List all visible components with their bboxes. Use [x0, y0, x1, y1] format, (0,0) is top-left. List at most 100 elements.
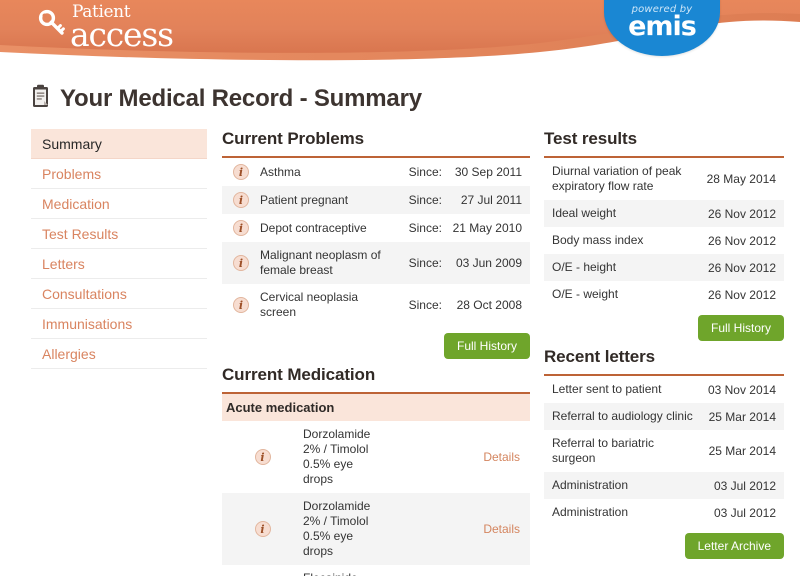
letter-link[interactable]: Referral to audiology clinic [544, 403, 698, 430]
table-row: Ideal weight 26 Nov 2012 [544, 200, 784, 227]
medication-name: Dorzolamide 2% / Timolol 0.5% eye drops [303, 499, 371, 558]
sidebar-item-label: Problems [42, 165, 102, 182]
medication-date [376, 565, 453, 576]
info-icon[interactable]: i [233, 192, 249, 208]
table-row: i Malignant neoplasm of female breast Si… [222, 242, 530, 284]
row-info-icon-cell: i [222, 158, 256, 186]
current-medication-table: Acute medication i Dorzolamide 2% / Timo… [222, 394, 530, 576]
test-result-link[interactable]: Body mass index [544, 227, 698, 254]
since-label: Since: [408, 256, 442, 270]
recent-letters-table: Letter sent to patient 03 Nov 2014 Refer… [544, 376, 784, 526]
sidebar-item-label: Medication [42, 195, 110, 212]
row-info-icon-cell: i [222, 242, 256, 284]
acute-medication-header: Acute medication [226, 400, 335, 415]
info-icon[interactable]: i [233, 297, 249, 313]
table-row: i Depot contraceptive Since: 21 May 2010 [222, 214, 530, 242]
sidebar-item-allergies[interactable]: Allergies [31, 339, 207, 369]
current-problems-actions: Full History [222, 333, 530, 359]
middle-column: Current Problems i Asthma Since: 30 Sep … [222, 129, 530, 576]
info-icon[interactable]: i [233, 164, 249, 180]
table-row: Administration 03 Jul 2012 [544, 472, 784, 499]
problem-name: Depot contraceptive [260, 220, 367, 235]
logo-text-access: access [70, 15, 174, 54]
medication-details-link[interactable]: Details [483, 450, 520, 464]
test-results-table: Diurnal variation of peak expiratory flo… [544, 158, 784, 308]
current-problems-table: i Asthma Since: 30 Sep 2011 i Patient pr… [222, 158, 530, 326]
sidebar-item-immunisations[interactable]: Immunisations [31, 309, 207, 339]
problem-date: 21 May 2010 [452, 221, 522, 235]
test-result-link[interactable]: Diurnal variation of peak expiratory flo… [544, 158, 698, 200]
sidebar-item-problems[interactable]: Problems [31, 159, 207, 189]
sidebar-item-letters[interactable]: Letters [31, 249, 207, 279]
problem-date: 27 Jul 2011 [460, 193, 522, 207]
letter-link[interactable]: Administration [544, 472, 698, 499]
since-label: Since: [408, 221, 442, 235]
problems-full-history-button[interactable]: Full History [443, 333, 530, 359]
table-row: Referral to bariatric surgeon 25 Mar 201… [544, 430, 784, 472]
letter-date: 03 Jul 2012 [713, 478, 776, 493]
medication-name: Dorzolamide 2% / Timolol 0.5% eye drops [303, 427, 371, 486]
info-icon[interactable]: i [233, 255, 249, 271]
row-info-icon-cell: i [222, 421, 299, 493]
problem-name: Malignant neoplasm of female breast [260, 248, 381, 277]
letter-link[interactable]: Referral to bariatric surgeon [544, 430, 698, 472]
row-info-icon-cell: i [222, 493, 299, 565]
test-result-date: 26 Nov 2012 [707, 260, 776, 275]
info-icon[interactable]: i [254, 449, 271, 465]
test-result-link[interactable]: O/E - weight [544, 281, 698, 308]
acute-medication-header-row: Acute medication [222, 394, 530, 421]
test-results-full-history-button[interactable]: Full History [697, 315, 784, 341]
problem-name: Cervical neoplasia screen [260, 290, 359, 319]
problem-date: 03 Jun 2009 [455, 256, 522, 270]
recent-letters-panel: Recent letters Letter sent to patient 03… [544, 347, 784, 559]
letter-link[interactable]: Administration [544, 499, 698, 526]
sidebar-nav: Summary Problems Medication Test Results… [31, 129, 207, 576]
sidebar-item-medication[interactable]: Medication [31, 189, 207, 219]
recent-letters-title: Recent letters [544, 347, 656, 366]
test-result-link[interactable]: O/E - height [544, 254, 698, 281]
table-row: i Patient pregnant Since: 27 Jul 2011 [222, 186, 530, 214]
table-row: Diurnal variation of peak expiratory flo… [544, 158, 784, 200]
sidebar-item-label: Letters [42, 255, 85, 272]
info-icon[interactable]: i [233, 220, 249, 236]
letter-link[interactable]: Letter sent to patient [544, 376, 698, 403]
test-result-date: 28 May 2014 [706, 172, 776, 186]
sidebar-item-test-results[interactable]: Test Results [31, 219, 207, 249]
problem-date: 30 Sep 2011 [454, 165, 522, 179]
letter-date: 25 Mar 2014 [708, 444, 776, 458]
medication-date [376, 421, 453, 493]
table-row: O/E - height 26 Nov 2012 [544, 254, 784, 281]
medication-name: Flecainide 100mg tablets [299, 565, 376, 576]
sidebar-item-label: Allergies [42, 345, 96, 362]
right-column: Test results Diurnal variation of peak e… [544, 129, 784, 576]
table-row: Body mass index 26 Nov 2012 [544, 227, 784, 254]
info-icon[interactable]: i [254, 521, 271, 537]
current-problems-panel: Current Problems i Asthma Since: 30 Sep … [222, 129, 530, 359]
row-info-icon-cell: i [222, 214, 256, 242]
emis-brand-name: emis [628, 11, 697, 42]
sidebar-item-label: Summary [42, 135, 102, 152]
sidebar-item-summary[interactable]: Summary [31, 129, 207, 159]
sidebar-item-consultations[interactable]: Consultations [31, 279, 207, 309]
current-medication-title: Current Medication [222, 365, 376, 384]
letter-archive-button[interactable]: Letter Archive [684, 533, 784, 559]
sidebar-item-label: Test Results [42, 225, 119, 242]
recent-letters-actions: Letter Archive [544, 533, 784, 559]
problem-date: 28 Oct 2008 [456, 298, 522, 312]
patient-access-logo[interactable]: Patient access [38, 4, 174, 54]
test-results-panel: Test results Diurnal variation of peak e… [544, 129, 784, 341]
table-row: Administration 03 Jul 2012 [544, 499, 784, 526]
table-row: Referral to audiology clinic 25 Mar 2014 [544, 403, 784, 430]
current-problems-title: Current Problems [222, 129, 364, 148]
table-row: O/E - weight 26 Nov 2012 [544, 281, 784, 308]
table-row: Letter sent to patient 03 Nov 2014 [544, 376, 784, 403]
test-result-link[interactable]: Ideal weight [544, 200, 698, 227]
problem-name: Patient pregnant [260, 192, 349, 207]
medication-details-link[interactable]: Details [483, 522, 520, 536]
main-content: Summary Problems Medication Test Results… [0, 129, 800, 576]
test-result-date: 26 Nov 2012 [707, 206, 776, 221]
row-info-icon-cell: i [222, 565, 299, 576]
row-info-icon-cell: i [222, 284, 256, 326]
problem-name: Asthma [260, 164, 301, 179]
table-row: i Dorzolamide 2% / Timolol 0.5% eye drop… [222, 493, 530, 565]
